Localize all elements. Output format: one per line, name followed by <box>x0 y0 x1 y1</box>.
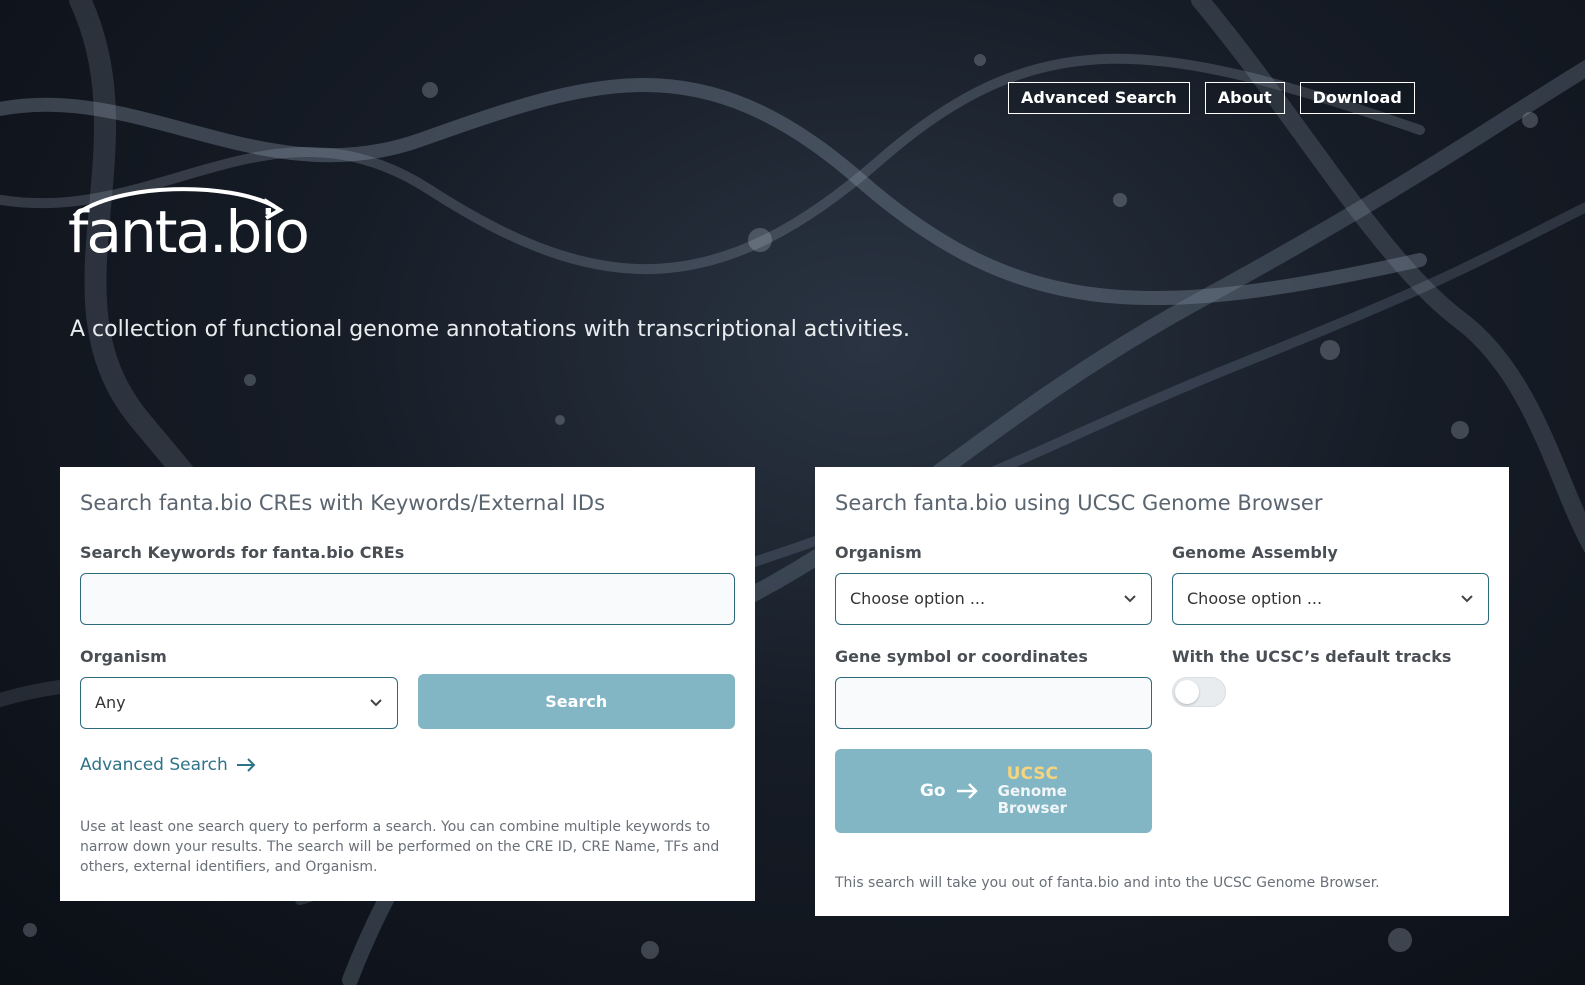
tagline: A collection of functional genome annota… <box>70 317 910 342</box>
ucsc-search-note: This search will take you out of fanta.b… <box>835 875 1380 891</box>
chevron-down-icon <box>1461 595 1473 603</box>
gene-symbol-input[interactable] <box>835 677 1152 729</box>
gene-symbol-label: Gene symbol or coordinates <box>835 647 1088 666</box>
nav-advanced-search[interactable]: Advanced Search <box>1008 82 1190 114</box>
logo-text: fanta.bio <box>68 198 310 266</box>
keyword-search-title: Search fanta.bio CREs with Keywords/Exte… <box>80 491 606 515</box>
chevron-down-icon <box>369 699 382 707</box>
genome-assembly-label: Genome Assembly <box>1172 543 1338 562</box>
nav-about[interactable]: About <box>1204 82 1285 114</box>
keywords-label: Search Keywords for fanta.bio CREs <box>80 543 405 562</box>
organism-select[interactable]: Any <box>80 677 398 729</box>
fanta-bio-logo[interactable]: fanta.bio <box>68 186 310 268</box>
keywords-input[interactable] <box>80 573 735 625</box>
organism-label: Organism <box>80 647 167 666</box>
ucsc-logo-line3: Browser <box>997 798 1068 817</box>
go-ucsc-button[interactable]: Go UCSC Genome Browser <box>835 749 1152 833</box>
ucsc-organism-label: Organism <box>835 543 922 562</box>
search-button[interactable]: Search <box>417 674 735 729</box>
nav-download[interactable]: Download <box>1299 82 1415 114</box>
ucsc-search-card: Search fanta.bio using UCSC Genome Brows… <box>815 467 1509 916</box>
keyword-search-card: Search fanta.bio CREs with Keywords/Exte… <box>60 467 755 901</box>
arrow-right-icon <box>956 783 978 799</box>
advanced-search-link[interactable]: Advanced Search <box>80 755 735 775</box>
ucsc-logo-line2: Genome <box>997 781 1067 800</box>
organism-select-value: Any <box>95 693 126 712</box>
ucsc-organism-select[interactable]: Choose option ... <box>835 573 1152 625</box>
default-tracks-label: With the UCSC’s default tracks <box>1172 647 1452 666</box>
genome-assembly-select-value: Choose option ... <box>1187 589 1323 608</box>
ucsc-search-title: Search fanta.bio using UCSC Genome Brows… <box>835 491 1323 515</box>
genome-assembly-select[interactable]: Choose option ... <box>1172 573 1489 625</box>
ucsc-logo-line1: UCSC <box>1006 763 1058 784</box>
ucsc-organism-select-value: Choose option ... <box>850 589 986 608</box>
default-tracks-toggle[interactable] <box>1172 677 1226 707</box>
toggle-knob <box>1175 680 1199 704</box>
top-nav: Advanced Search About Download <box>1008 82 1415 114</box>
go-label: Go <box>919 781 946 801</box>
keyword-search-note: Use at least one search query to perform… <box>80 819 720 875</box>
chevron-down-icon <box>1124 595 1136 603</box>
arrow-right-icon <box>236 758 256 772</box>
ucsc-logo: UCSC Genome Browser <box>997 763 1068 817</box>
advanced-search-link-label: Advanced Search <box>80 755 228 775</box>
